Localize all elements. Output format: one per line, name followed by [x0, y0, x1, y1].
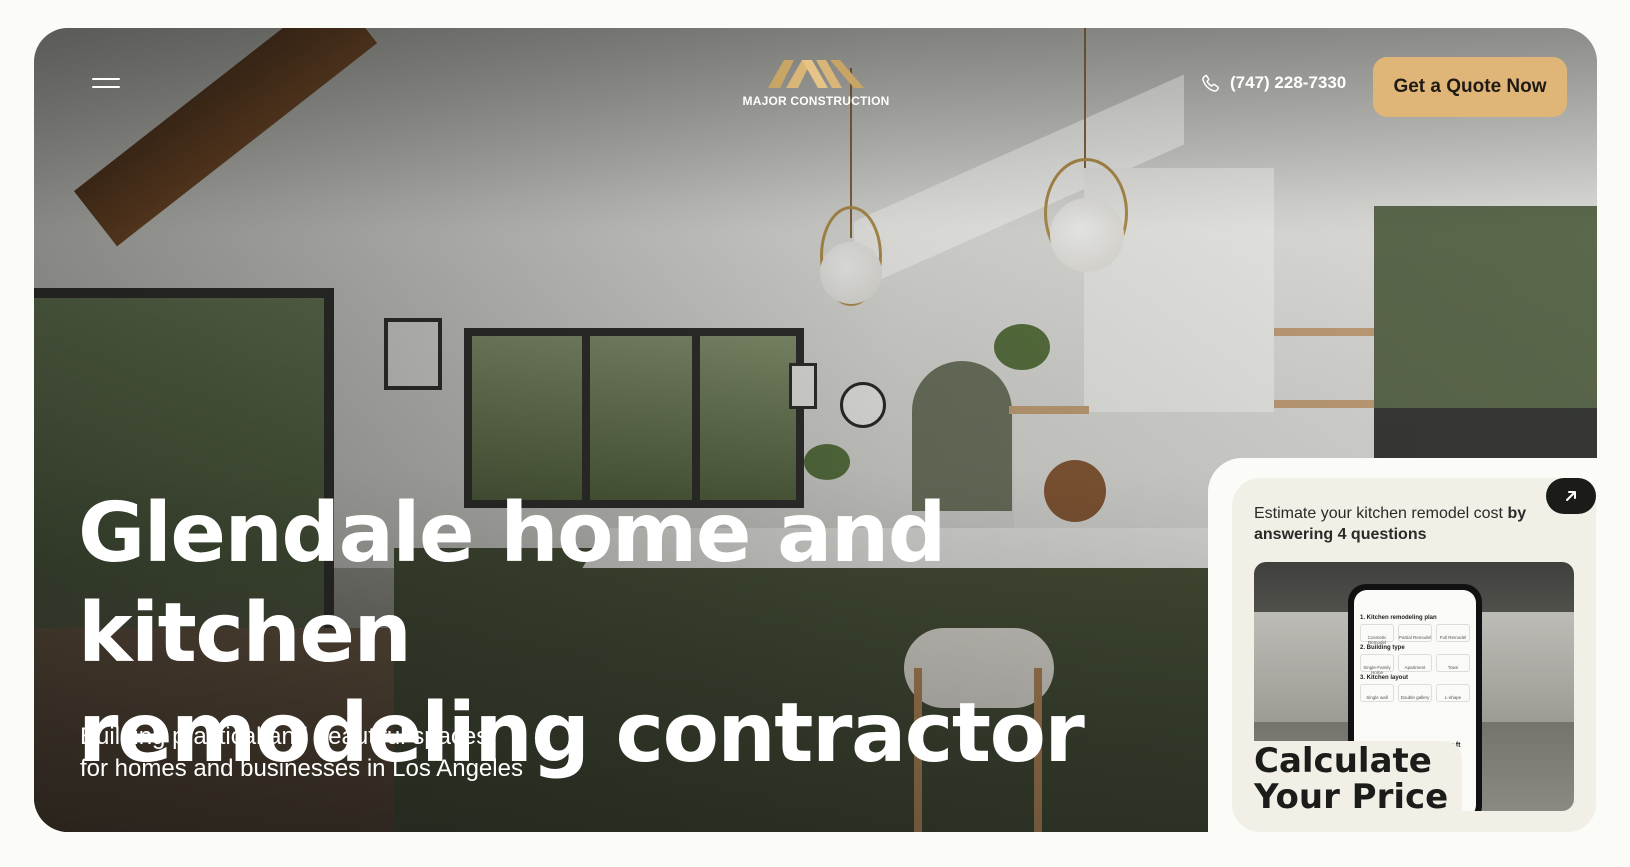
phone-number: (747) 228-7330	[1230, 73, 1347, 92]
subtitle-line: Building practical and beautiful spaces	[80, 723, 489, 750]
arrow-up-right-icon	[1566, 491, 1576, 501]
menu-icon	[92, 78, 120, 80]
screen-option: Partial Remodel	[1398, 624, 1432, 642]
logo-mark-icon	[768, 60, 864, 88]
calculator-title[interactable]: Calculate Your Price	[1254, 741, 1463, 817]
menu-button[interactable]	[92, 76, 122, 92]
calculator-title-line: Calculate	[1254, 741, 1432, 781]
screen-options: Single wall Double gallery L-shape	[1360, 684, 1470, 702]
menu-icon	[92, 86, 120, 88]
screen-option: Double gallery	[1398, 684, 1432, 702]
calculator-intro-text: Estimate your kitchen remodel cost	[1254, 505, 1503, 522]
subtitle-line: for homes and businesses in Los Angeles	[80, 755, 523, 782]
screen-option: Single wall	[1360, 684, 1394, 702]
headline-line: Glendale home and kitchen	[78, 486, 946, 681]
open-calculator-button[interactable]	[1546, 478, 1596, 514]
calculator-intro: Estimate your kitchen remodel cost by an…	[1254, 503, 1554, 545]
screen-options: Cosmetic Remodel Partial Remodel Full Re…	[1360, 624, 1470, 645]
get-quote-button[interactable]: Get a Quote Now	[1373, 57, 1567, 117]
screen-option: Full Remodel	[1436, 624, 1470, 642]
screen-option: Apartment	[1398, 654, 1432, 672]
screen-option: Single-Family Home	[1360, 654, 1394, 675]
screen-step: 2. Building type	[1360, 645, 1405, 651]
screen-step: 3. Kitchen layout	[1360, 675, 1409, 681]
screen-options: Single-Family Home Apartment Town	[1360, 654, 1470, 675]
screen-option: Town	[1436, 654, 1470, 672]
calculator-title-line: Your Price	[1254, 777, 1449, 817]
screen-option: Cosmetic Remodel	[1360, 624, 1394, 645]
brand-name: MAJOR CONSTRUCTION	[742, 94, 890, 108]
hero-subtitle: Building practical and beautiful spaces …	[80, 721, 600, 785]
phone-icon	[1202, 74, 1220, 92]
brand-logo[interactable]: MAJOR CONSTRUCTION	[736, 54, 896, 108]
phone-link[interactable]: (747) 228-7330	[1200, 72, 1346, 94]
screen-option: L-shape	[1436, 684, 1470, 702]
screen-step: 1. Kitchen remodeling plan	[1360, 615, 1437, 621]
